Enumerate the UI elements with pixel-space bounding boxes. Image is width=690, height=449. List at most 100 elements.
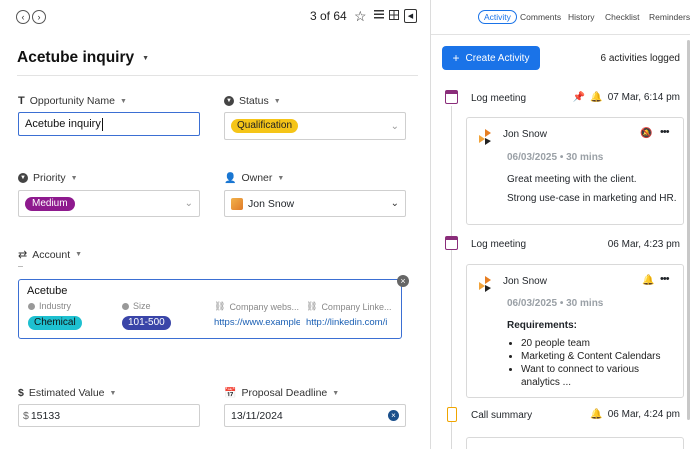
estimated-value-label: $ Estimated Value ▼ [18, 387, 117, 399]
priority-icon: ▼ [18, 173, 28, 183]
chevron-down-icon[interactable]: ▼ [75, 251, 82, 258]
account-field-indicator [18, 266, 23, 267]
link-icon: ⛓ [306, 301, 318, 311]
size-pill: 101-500 [122, 316, 171, 330]
list-item: Marketing & Content Calendars [521, 350, 677, 363]
activity-title: Call summary [471, 410, 533, 421]
remove-account-button[interactable]: × [397, 275, 409, 287]
chevron-down-icon[interactable]: ▼ [277, 175, 284, 182]
account-name: Acetube [27, 285, 68, 297]
record-title: Acetube inquiry [17, 49, 135, 66]
tab-activity[interactable]: Activity [478, 10, 517, 24]
owner-select[interactable]: Jon Snow ⌄ [224, 190, 406, 217]
list-item: 20 people team [521, 337, 677, 350]
tab-history[interactable]: History [568, 12, 594, 22]
text-type-icon: T [18, 95, 25, 107]
title-divider [17, 75, 418, 76]
activity-title: Log meeting [471, 239, 527, 250]
status-select[interactable]: Qualification ⌄ [224, 112, 406, 140]
tab-reminders[interactable]: Reminders [649, 12, 690, 22]
avatar [478, 276, 492, 292]
proposal-deadline-input[interactable]: 13/11/2024 × [224, 404, 406, 427]
bell-icon[interactable]: 🔔 [590, 409, 602, 420]
activity-date-line: 06/03/2025 • 30 mins [507, 152, 604, 163]
account-card[interactable]: Acetube Industry Chemical Size 101-500 ⛓… [18, 279, 402, 339]
star-icon[interactable]: ☆ [354, 8, 367, 25]
opportunity-name-input[interactable]: Acetube inquiry [18, 112, 200, 136]
dollar-icon: $ [18, 387, 24, 399]
right-pane: Activity Comments History Checklist Remi… [431, 0, 690, 449]
size-column-label: Size [122, 301, 151, 311]
activity-title: Log meeting [471, 93, 527, 104]
author-name: Jon Snow [503, 129, 547, 140]
chevron-down-icon[interactable]: ▼ [142, 55, 149, 62]
plus-icon: + [452, 51, 460, 65]
chevron-down-icon: ⌄ [390, 120, 399, 132]
activity-body-line: Strong use-case in marketing and HR. [507, 193, 677, 204]
page-title: Acetube inquiry ▼ [17, 49, 149, 67]
owner-label: 👤 Owner ▼ [224, 172, 285, 184]
activity-card: Jon Snow 🔕 ••• 06/03/2025 • 30 mins Grea… [466, 117, 684, 225]
linkedin-link[interactable]: http://linkedin.com/i [306, 317, 388, 328]
list-view-icon[interactable] [374, 10, 384, 19]
priority-select[interactable]: Medium ⌄ [18, 190, 200, 217]
activity-meta: 📌 🔔 07 Mar, 6:14 pm [572, 92, 680, 103]
pin-icon[interactable]: 📌 [573, 92, 585, 103]
activity-time: 06 Mar, 4:23 pm [607, 239, 680, 250]
record-position: 3 of 64 [310, 9, 347, 23]
tab-comments[interactable]: Comments [520, 12, 561, 22]
bell-icon[interactable]: 🔔 [590, 92, 602, 103]
calendar-icon [445, 90, 458, 104]
person-icon: 👤 [224, 172, 237, 184]
priority-label: ▼ Priority ▼ [18, 172, 78, 184]
proposal-deadline-label: 📅 Proposal Deadline ▼ [224, 387, 340, 399]
calendar-icon: 📅 [224, 387, 237, 399]
more-options-icon[interactable]: ••• [660, 273, 670, 285]
avatar [231, 197, 243, 210]
activity-meta: 🔔 06 Mar, 4:24 pm [590, 409, 680, 420]
avatar [478, 129, 492, 145]
industry-pill: Chemical [28, 316, 82, 330]
mute-icon[interactable]: 🔕 [640, 128, 652, 139]
chevron-down-icon[interactable]: ▼ [110, 390, 117, 397]
list-item: Want to connect to various analytics ... [521, 363, 677, 389]
create-activity-button[interactable]: + Create Activity [442, 46, 540, 70]
chevron-down-icon: ⌄ [390, 198, 399, 209]
chevron-down-icon[interactable]: ▼ [71, 175, 78, 182]
activity-body-line: Great meeting with the client. [507, 174, 637, 185]
tab-checklist[interactable]: Checklist [605, 12, 639, 22]
linkedin-column-label: ⛓ Company Linke... [306, 301, 392, 312]
forward-button[interactable]: › [32, 10, 46, 24]
status-icon: ▼ [224, 96, 234, 106]
tabs-divider [431, 34, 690, 35]
bell-icon[interactable]: 🔔 [642, 275, 654, 286]
split-view-icon[interactable] [389, 10, 399, 20]
website-column-label: ⛓ Company webs... [214, 301, 299, 312]
chevron-down-icon[interactable]: ▼ [120, 98, 127, 105]
author-name: Jon Snow [503, 276, 547, 287]
account-label: ⇄ Account ▼ [18, 248, 83, 262]
activity-card: Jon Snow 🔔 ••• 06/03/2025 • 30 mins Requ… [466, 264, 684, 398]
opportunity-name-label: T Opportunity Name ▼ [18, 95, 127, 107]
activities-count: 6 activities logged [600, 53, 681, 64]
timeline-line [451, 106, 452, 449]
activity-heading: Requirements: [507, 320, 578, 331]
chevron-down-icon: ⌄ [184, 198, 193, 209]
requirements-list: 20 people team Marketing & Content Calen… [507, 337, 677, 389]
more-options-icon[interactable]: ••• [660, 126, 670, 138]
circle-icon [28, 302, 35, 310]
chevron-down-icon[interactable]: ▼ [332, 390, 339, 397]
calendar-icon [445, 236, 458, 250]
status-pill: Qualification [231, 119, 299, 133]
collapse-panel-button[interactable]: ◀ [404, 9, 417, 23]
chevron-down-icon[interactable]: ▼ [274, 98, 281, 105]
estimated-value-input[interactable]: $ 15133 [18, 404, 200, 427]
industry-column-label: Industry [28, 301, 71, 311]
phone-icon [447, 407, 457, 422]
back-button[interactable]: ‹ [16, 10, 30, 24]
clear-date-button[interactable]: × [388, 410, 399, 421]
website-link[interactable]: https://www.example [214, 317, 300, 328]
circle-icon [122, 302, 129, 310]
activity-date-line: 06/03/2025 • 30 mins [507, 298, 604, 309]
activity-card [466, 437, 684, 449]
